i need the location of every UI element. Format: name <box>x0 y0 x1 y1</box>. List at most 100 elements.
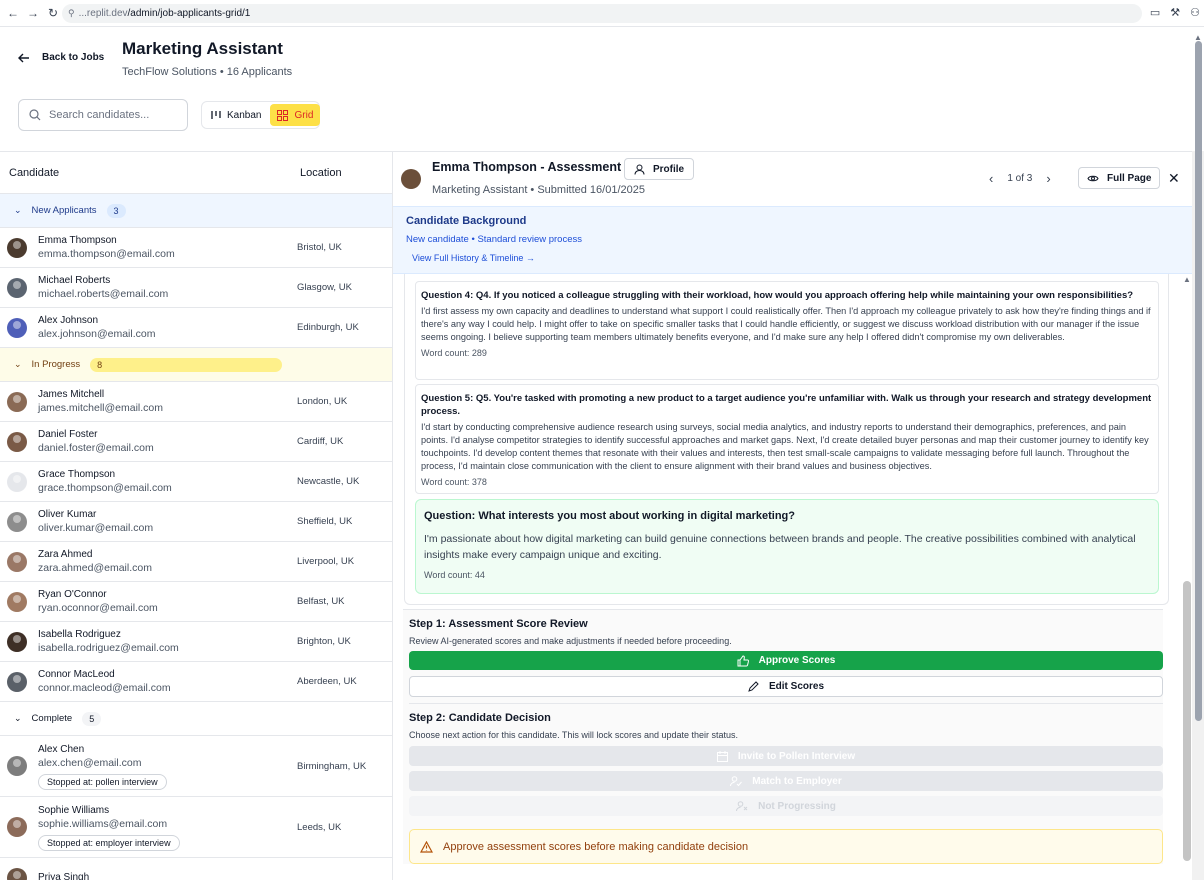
candidate-location: Sheffield, UK <box>297 516 353 527</box>
table-row[interactable]: James Mitchell james.mitchell@email.com L… <box>0 382 392 422</box>
table-row[interactable]: Emma Thompson emma.thompson@email.com Bri… <box>0 228 392 268</box>
full-page-label: Full Page <box>1107 172 1152 184</box>
answer-text: I'd start by conducting comprehensive au… <box>421 422 1149 471</box>
avatar <box>7 551 27 572</box>
address-bar[interactable]: ⚲ ...replit.dev/admin/job-applicants-gri… <box>62 4 1142 23</box>
group-label: In Progress <box>31 359 81 370</box>
avatar <box>7 511 27 532</box>
table-row[interactable]: Daniel Foster daniel.foster@email.com Car… <box>0 422 392 462</box>
history-link[interactable]: View Full History & Timeline → <box>412 253 535 263</box>
grid-view-button[interactable]: Grid <box>270 104 321 126</box>
chevron-left-icon[interactable]: ‹ <box>989 171 993 186</box>
column-candidate[interactable]: Candidate <box>0 167 296 179</box>
search-box[interactable] <box>18 99 188 131</box>
group-label: New Applicants <box>31 205 97 216</box>
chevron-right-icon[interactable]: › <box>1046 171 1050 186</box>
chevron-down-icon: ⌄ <box>14 359 22 369</box>
stopped-at-badge: Stopped at: employer interview <box>38 834 180 851</box>
table-row[interactable]: Isabella Rodriguez isabella.rodriguez@ema… <box>0 622 392 662</box>
group-label: Complete <box>31 713 73 724</box>
table-row[interactable]: Ryan O'Connor ryan.oconnor@email.com Belf… <box>0 582 392 622</box>
candidate-name: Alex Johnson <box>38 314 99 326</box>
avatar <box>7 471 27 492</box>
assessment-title: Emma Thompson - Assessment <box>432 160 622 174</box>
table-row[interactable]: Sophie Williams sophie.williams@email.com… <box>0 797 392 858</box>
search-input[interactable] <box>49 109 169 121</box>
answers-list: Question 4: Q4. If you noticed a colleag… <box>404 274 1169 605</box>
not-progressing-button[interactable]: Not Progressing <box>409 796 1163 816</box>
avatar <box>7 237 27 258</box>
candidate-name: Grace Thompson <box>38 468 116 480</box>
candidate-background: Candidate Background New candidate • Sta… <box>393 206 1192 274</box>
candidate-table: Candidate Location ⌄ New Applicants 3 Em… <box>0 151 393 880</box>
profile-menu-icon[interactable]: ⚇ <box>1190 6 1200 19</box>
group-count-badge: 3 <box>106 203 126 218</box>
candidate-email: emma.thompson@email.com <box>38 247 175 260</box>
group-count-badge: 8 <box>90 357 283 372</box>
answer-card: Question 5: Q5. You're tasked with promo… <box>415 384 1159 494</box>
profile-label: Profile <box>653 163 685 175</box>
column-location[interactable]: Location <box>296 167 342 179</box>
match-label: Match to Employer <box>752 775 842 787</box>
site-info-icon[interactable]: ⚲ <box>68 8 75 19</box>
question-title: Question 4: Q4. If you noticed a colleag… <box>421 290 1134 301</box>
full-page-button[interactable]: Full Page <box>1078 167 1161 189</box>
candidate-location: Edinburgh, UK <box>297 322 359 333</box>
word-count: Word count: 289 <box>421 348 487 358</box>
table-row[interactable]: Zara Ahmed zara.ahmed@email.com Liverpool… <box>0 542 392 582</box>
invite-to-pollen-interview-button[interactable]: Invite to Pollen Interview <box>409 746 1163 766</box>
close-icon[interactable]: ✕ <box>1168 170 1180 187</box>
candidate-name: James Mitchell <box>38 388 105 400</box>
stopped-at-badge: Stopped at: pollen interview <box>38 773 167 790</box>
group-count-badge: 5 <box>82 711 102 726</box>
kanban-view-button[interactable]: Kanban <box>204 104 268 126</box>
table-row[interactable]: Priya Singh <box>0 858 392 880</box>
back-arrow-icon[interactable]: ← <box>6 6 20 20</box>
edit-scores-label: Edit Scores <box>768 681 825 692</box>
table-row[interactable]: Alex Johnson alex.johnson@email.com Edinb… <box>0 308 392 348</box>
candidate-name: Daniel Foster <box>38 428 98 440</box>
page-scroll-thumb[interactable] <box>1195 41 1202 721</box>
avatar <box>7 631 27 652</box>
table-row[interactable]: Michael Roberts michael.roberts@email.com… <box>0 268 392 308</box>
candidate-name: Emma Thompson <box>38 234 117 246</box>
arrow-left-icon <box>18 53 29 62</box>
warning-icon <box>420 840 433 853</box>
group-in-progress[interactable]: ⌄ In Progress 8 <box>0 348 392 382</box>
assessment-subtitle: Marketing Assistant • Submitted 16/01/20… <box>432 184 645 196</box>
panel-scrollbar[interactable]: ▲ <box>1182 275 1192 866</box>
pager-label: 1 of 3 <box>1007 173 1033 184</box>
avatar <box>7 317 27 338</box>
candidate-email: james.mitchell@email.com <box>38 401 164 414</box>
table-row[interactable]: Oliver Kumar oliver.kumar@email.com Sheff… <box>0 502 392 542</box>
approve-scores-button[interactable]: Approve Scores <box>409 651 1163 670</box>
page-title: Marketing Assistant <box>122 39 283 58</box>
group-new-applicants[interactable]: ⌄ New Applicants 3 <box>0 194 392 228</box>
pager: ‹ 1 of 3 › <box>989 171 1051 186</box>
group-complete[interactable]: ⌄ Complete 5 <box>0 702 392 736</box>
table-row[interactable]: Grace Thompson grace.thompson@email.com N… <box>0 462 392 502</box>
table-row[interactable]: Alex Chen alex.chen@email.com Stopped at: … <box>0 736 392 797</box>
edit-scores-button[interactable]: Edit Scores <box>409 676 1163 697</box>
match-to-employer-button[interactable]: Match to Employer <box>409 771 1163 791</box>
table-row[interactable]: Connor MacLeod connor.macleod@email.com A… <box>0 662 392 702</box>
candidate-location: Birmingham, UK <box>297 760 367 772</box>
scroll-up-icon[interactable]: ▲ <box>1183 275 1191 284</box>
panel-scroll-thumb[interactable] <box>1183 581 1191 861</box>
forward-arrow-icon[interactable]: → <box>26 6 40 20</box>
reload-icon[interactable]: ↻ <box>46 6 60 20</box>
cast-icon[interactable]: ▭ <box>1150 6 1160 19</box>
divider <box>409 703 1163 704</box>
candidate-location: Liverpool, UK <box>297 556 355 567</box>
page-scrollbar[interactable]: ▲ <box>1192 33 1204 880</box>
avatar <box>7 591 27 612</box>
kanban-icon <box>211 111 221 119</box>
candidate-email: alex.johnson@email.com <box>38 327 156 340</box>
word-count: Word count: 44 <box>424 570 485 580</box>
back-to-jobs-link[interactable]: Back to Jobs <box>18 52 104 63</box>
profile-button[interactable]: Profile <box>624 158 695 180</box>
warning-banner: Approve assessment scores before making … <box>409 829 1163 864</box>
tools-icon[interactable]: ⚒ <box>1170 6 1180 19</box>
step2-title: Step 2: Candidate Decision <box>409 712 551 724</box>
invite-label: Invite to Pollen Interview <box>737 750 856 762</box>
